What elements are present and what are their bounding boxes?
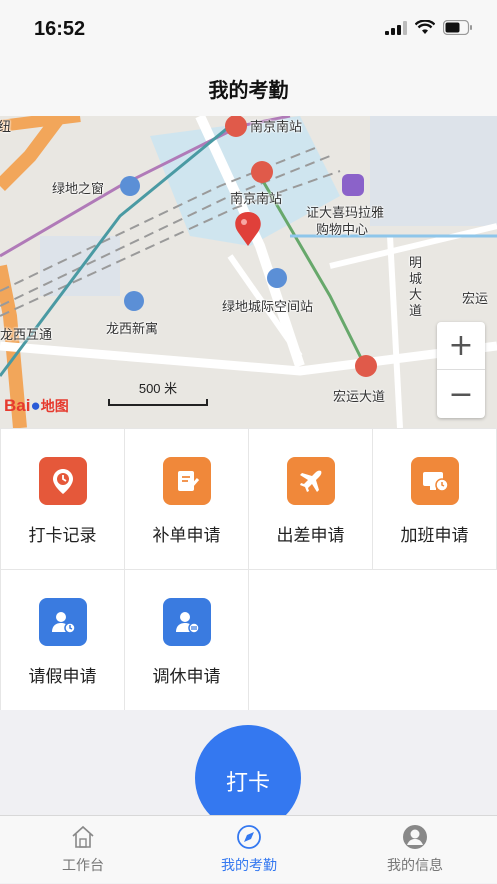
scale-bar bbox=[108, 399, 208, 406]
punch-button[interactable]: 打卡 bbox=[195, 725, 301, 815]
user-clock-icon bbox=[39, 598, 87, 646]
tab-label: 我的考勤 bbox=[221, 858, 277, 874]
menu-item-punch-record[interactable]: 打卡记录 bbox=[1, 429, 124, 569]
map-label: 南京南站 bbox=[230, 192, 283, 207]
zoom-out-button[interactable]: − bbox=[437, 370, 485, 418]
monitor-clock-icon bbox=[411, 457, 459, 505]
map-label: 龙西互通 bbox=[0, 328, 53, 343]
menu-item-label: 请假申请 bbox=[28, 667, 97, 687]
scale-text: 500 米 bbox=[138, 381, 178, 396]
map-label: 宏运 bbox=[462, 292, 489, 307]
tab-label: 我的信息 bbox=[387, 858, 443, 874]
logo-text: Bai bbox=[4, 396, 31, 415]
empty-cell bbox=[249, 570, 497, 710]
map-label: 绿地之窗 bbox=[52, 182, 105, 197]
menu-item-business-trip[interactable]: 出差申请 bbox=[249, 429, 372, 569]
home-icon bbox=[72, 825, 94, 848]
tab-my-info[interactable]: 我的信息 bbox=[332, 816, 497, 884]
map-label: 南京南站 bbox=[250, 120, 303, 135]
menu-item-label: 补单申请 bbox=[152, 526, 221, 546]
logo-suffix: 地图 bbox=[40, 398, 69, 414]
map-scale: 500 米 bbox=[108, 378, 208, 406]
status-bar: 16:52 bbox=[0, 0, 497, 60]
status-time: 16:52 bbox=[34, 18, 86, 40]
zoom-control: + − bbox=[437, 322, 485, 418]
menu-item-label: 出差申请 bbox=[276, 526, 345, 546]
nav-bar: 我的考勤 bbox=[0, 60, 497, 116]
menu-item-leave[interactable]: 请假申请 bbox=[1, 570, 124, 710]
compass-icon bbox=[237, 825, 261, 849]
zoom-in-button[interactable]: + bbox=[437, 322, 485, 370]
menu-item-label: 加班申请 bbox=[400, 526, 469, 546]
menu-item-label: 打卡记录 bbox=[28, 526, 97, 546]
map-label: 绿地城际空间站 bbox=[222, 300, 314, 315]
punch-area: 打卡 bbox=[0, 710, 497, 815]
menu-item-label: 调休申请 bbox=[152, 667, 221, 687]
menu-item-supplement[interactable]: 补单申请 bbox=[125, 429, 248, 569]
map-label: 宏运大道 bbox=[333, 390, 386, 405]
page-title: 我的考勤 bbox=[208, 78, 289, 102]
location-clock-icon bbox=[39, 457, 87, 505]
edit-doc-icon bbox=[163, 457, 211, 505]
status-icons bbox=[385, 20, 473, 35]
wifi-icon bbox=[415, 20, 435, 34]
user-swap-icon bbox=[163, 598, 211, 646]
profile-icon bbox=[403, 825, 427, 849]
map-label: 龙西新寓 bbox=[106, 322, 159, 337]
tab-bar: 工作台 我的考勤 我的信息 bbox=[0, 815, 497, 883]
airplane-icon bbox=[287, 457, 335, 505]
tab-workbench[interactable]: 工作台 bbox=[0, 816, 166, 884]
map-view[interactable]: 纽 南京南站 绿地之窗 南京南站 证大喜玛拉雅 购物中心 明城大道 绿地城际空间… bbox=[0, 116, 497, 428]
map-label: 购物中心 bbox=[316, 223, 369, 238]
battery-icon bbox=[443, 20, 472, 35]
map-label: 明城大道 bbox=[409, 256, 423, 319]
menu-item-overtime[interactable]: 加班申请 bbox=[373, 429, 496, 569]
tab-label: 工作台 bbox=[62, 858, 104, 874]
tab-my-attendance[interactable]: 我的考勤 bbox=[166, 816, 332, 884]
signal-icon bbox=[385, 20, 407, 35]
punch-label: 打卡 bbox=[225, 771, 270, 796]
map-label: 纽 bbox=[0, 120, 12, 135]
menu-item-compensatory-leave[interactable]: 调休申请 bbox=[125, 570, 248, 710]
baidu-map-logo: Bai●地图 bbox=[4, 396, 69, 415]
function-grid: 打卡记录 补单申请 出差申请 加班申请 请假申请 调休申请 bbox=[0, 428, 497, 710]
